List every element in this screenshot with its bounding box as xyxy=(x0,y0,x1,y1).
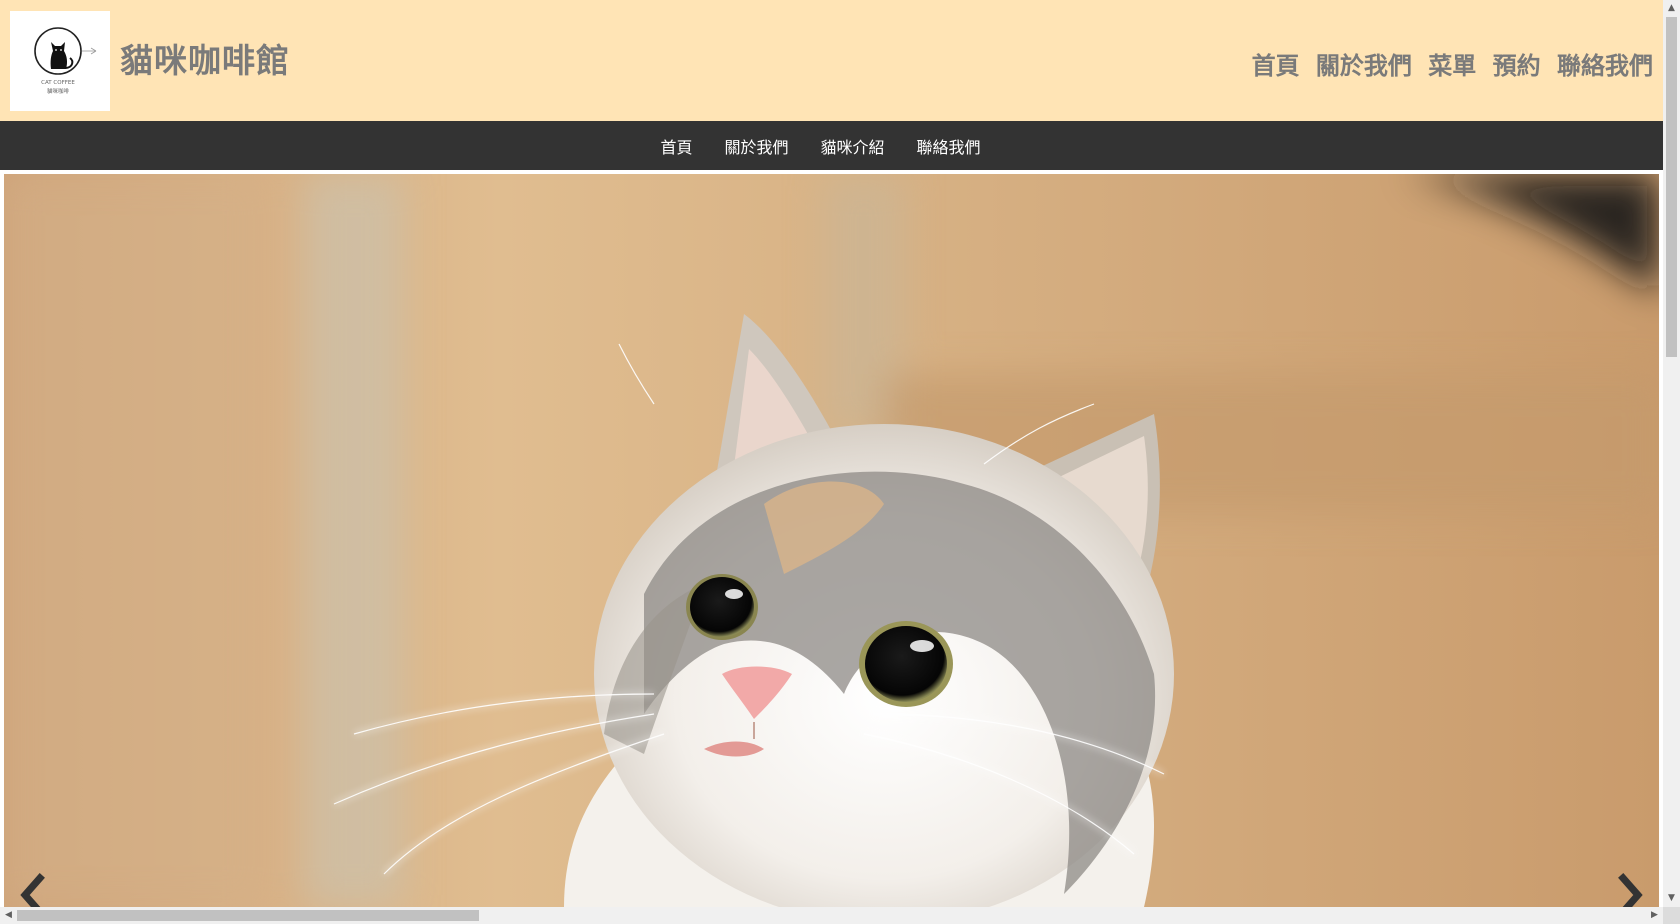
carousel-next-button[interactable] xyxy=(1609,870,1649,907)
top-link-menu[interactable]: 菜單 xyxy=(1428,52,1476,80)
chevron-left-icon xyxy=(20,873,45,907)
scroll-up-icon[interactable]: ▲ xyxy=(1663,0,1680,17)
top-link-about[interactable]: 關於我們 xyxy=(1316,52,1412,80)
main-navbar: 首頁 關於我們 貓咪介紹 聯絡我們 xyxy=(0,121,1663,170)
scrollbar-corner xyxy=(1663,907,1680,924)
top-link-contact[interactable]: 聯絡我們 xyxy=(1557,52,1653,80)
page-viewport: CAT COFFEE 貓咪咖啡 貓咪咖啡館 首頁 關於我們 菜單 預約 聯絡我們… xyxy=(0,0,1663,907)
horizontal-scrollbar[interactable]: ◀ ▶ xyxy=(0,907,1663,924)
scroll-right-icon[interactable]: ▶ xyxy=(1646,907,1663,924)
carousel-slide[interactable] xyxy=(4,174,1659,907)
nav-item-home[interactable]: 首頁 xyxy=(660,134,692,158)
chevron-right-icon xyxy=(1618,873,1643,907)
carousel-prev-button[interactable] xyxy=(14,870,54,907)
image-carousel xyxy=(0,170,1663,907)
logo-text-zh: 貓咪咖啡 xyxy=(47,87,70,95)
vertical-scroll-thumb[interactable] xyxy=(1666,17,1677,357)
horizontal-scroll-thumb[interactable] xyxy=(17,910,479,921)
vertical-scrollbar[interactable]: ▲ ▼ xyxy=(1663,0,1680,907)
site-title[interactable]: 貓咪咖啡館 xyxy=(120,34,290,82)
nav-item-about[interactable]: 關於我們 xyxy=(724,134,788,158)
site-logo[interactable]: CAT COFFEE 貓咪咖啡 xyxy=(10,11,110,111)
logo-text-en: CAT COFFEE xyxy=(41,80,75,86)
cat-logo-icon: CAT COFFEE 貓咪咖啡 xyxy=(34,27,97,95)
calico-kitten-photo xyxy=(4,174,1659,907)
top-nav-links: 首頁 關於我們 菜單 預約 聯絡我們 xyxy=(1244,46,1653,81)
nav-item-contact[interactable]: 聯絡我們 xyxy=(917,134,981,158)
top-link-reservation[interactable]: 預約 xyxy=(1493,52,1541,80)
top-link-home[interactable]: 首頁 xyxy=(1252,52,1300,80)
site-header: CAT COFFEE 貓咪咖啡 貓咪咖啡館 首頁 關於我們 菜單 預約 聯絡我們 xyxy=(0,0,1663,121)
navbar-items: 首頁 關於我們 貓咪介紹 聯絡我們 xyxy=(660,134,980,158)
nav-item-cats[interactable]: 貓咪介紹 xyxy=(821,134,885,158)
scroll-down-icon[interactable]: ▼ xyxy=(1663,890,1680,907)
scroll-left-icon[interactable]: ◀ xyxy=(0,907,17,924)
